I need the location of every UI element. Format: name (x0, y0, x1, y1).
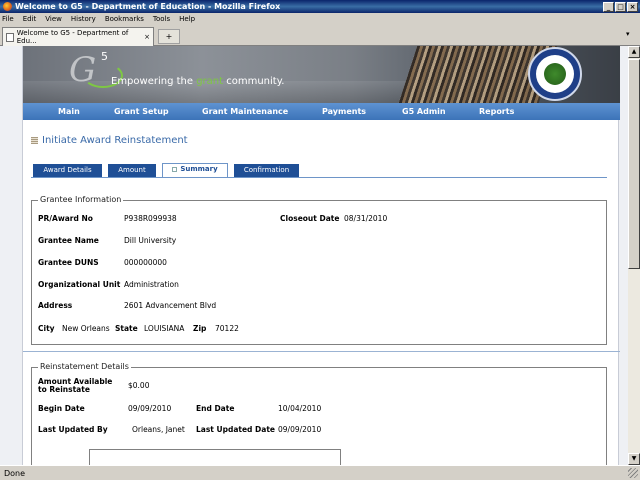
grantee-duns-label: Grantee DUNS (38, 258, 99, 267)
tab-summary[interactable]: Summary (162, 163, 228, 177)
g5-banner: G 5 Empowering the grant community. (23, 46, 620, 103)
nav-grant-maintenance[interactable]: Grant Maintenance (202, 107, 288, 116)
city-label: City (38, 324, 55, 333)
address-label: Address (38, 301, 73, 310)
zip-value: 70122 (215, 324, 239, 333)
tab-award-details[interactable]: Award Details (33, 164, 102, 177)
state-label: State (115, 324, 138, 333)
close-tab-icon[interactable]: × (144, 33, 150, 41)
section-divider (23, 351, 620, 352)
org-unit-value: Administration (124, 280, 179, 289)
minimize-button[interactable]: _ (603, 1, 614, 12)
scroll-thumb[interactable] (628, 59, 640, 269)
amount-available-label-line2: to Reinstate (38, 385, 90, 394)
list-icon (31, 137, 38, 144)
menu-bookmarks[interactable]: Bookmarks (105, 15, 144, 23)
end-date-label: End Date (196, 404, 235, 413)
pr-award-value: P938R099938 (124, 214, 177, 223)
last-updated-by-label: Last Updated By (38, 425, 108, 434)
grantee-information-section: Grantee Information PR/Award No P938R099… (31, 195, 607, 345)
page-icon (6, 32, 14, 42)
browser-tab[interactable]: Welcome to G5 - Department of Edu... × (2, 27, 154, 46)
browser-tab-label: Welcome to G5 - Department of Edu... (16, 29, 129, 45)
closeout-date-label: Closeout Date (280, 214, 340, 223)
tab-underline (31, 177, 607, 178)
city-value: New Orleans (62, 324, 110, 333)
window-title: Welcome to G5 - Department of Education … (15, 2, 281, 11)
last-updated-date-value: 09/09/2010 (278, 425, 322, 434)
nav-g5-admin[interactable]: G5 Admin (402, 107, 446, 116)
menu-help[interactable]: Help (179, 15, 195, 23)
tab-list-icon[interactable]: ▾ (626, 30, 636, 42)
close-button[interactable]: × (627, 1, 638, 12)
amount-available-value: $0.00 (128, 381, 150, 390)
main-nav: Main Grant Setup Grant Maintenance Payme… (23, 103, 620, 120)
begin-date-label: Begin Date (38, 404, 85, 413)
tab-amount[interactable]: Amount (108, 164, 156, 177)
firefox-icon (3, 2, 12, 11)
page: G 5 Empowering the grant community. Main… (22, 46, 620, 465)
begin-date-value: 09/09/2010 (128, 404, 172, 413)
browser-tab-strip: Welcome to G5 - Department of Edu... × +… (0, 25, 640, 46)
end-date-value: 10/04/2010 (278, 404, 322, 413)
content-viewport: G 5 Empowering the grant community. Main… (0, 46, 628, 465)
menu-edit[interactable]: Edit (23, 15, 37, 23)
tab-marker-icon (172, 166, 178, 172)
menu-file[interactable]: File (2, 15, 14, 23)
reinstatement-details-legend: Reinstatement Details (38, 362, 131, 371)
scroll-down-icon[interactable]: ▼ (628, 453, 640, 465)
pr-award-label: PR/Award No (38, 214, 93, 223)
state-value: LOUISIANA (144, 324, 185, 333)
last-updated-date-label: Last Updated Date (196, 425, 275, 434)
new-tab-button[interactable]: + (158, 29, 180, 44)
address-value: 2601 Advancement Blvd (124, 301, 217, 310)
grantee-name-label: Grantee Name (38, 236, 99, 245)
menu-tools[interactable]: Tools (153, 15, 170, 23)
grantee-name-value: Dill University (124, 236, 177, 245)
comments-textarea[interactable] (89, 449, 341, 465)
nav-reports[interactable]: Reports (479, 107, 514, 116)
department-seal-icon (528, 47, 582, 101)
nav-grant-setup[interactable]: Grant Setup (114, 107, 169, 116)
grantee-duns-value: 000000000 (124, 258, 167, 267)
zip-label: Zip (193, 324, 207, 333)
closeout-date-value: 08/31/2010 (344, 214, 388, 223)
org-unit-label: Organizational Unit (38, 280, 121, 289)
banner-tagline: Empowering the grant community. (111, 76, 285, 87)
resize-grip-icon[interactable] (628, 468, 638, 478)
menu-history[interactable]: History (71, 15, 96, 23)
vertical-scrollbar[interactable]: ▲ ▼ (628, 46, 640, 465)
status-bar: Done (0, 465, 640, 480)
nav-payments[interactable]: Payments (322, 107, 366, 116)
g5-logo-superscript: 5 (101, 50, 108, 63)
last-updated-by-value: Orleans, Janet (132, 425, 185, 434)
page-title: Initiate Award Reinstatement (42, 135, 188, 146)
maximize-button[interactable]: □ (615, 1, 626, 12)
tab-confirmation[interactable]: Confirmation (234, 164, 299, 177)
window-title-bar: Welcome to G5 - Department of Education … (0, 0, 640, 13)
menu-bar: File Edit View History Bookmarks Tools H… (0, 13, 640, 25)
status-text: Done (4, 468, 26, 478)
page-heading: Initiate Award Reinstatement (31, 135, 188, 146)
nav-main[interactable]: Main (58, 107, 80, 116)
grantee-information-legend: Grantee Information (38, 195, 124, 204)
scroll-up-icon[interactable]: ▲ (628, 46, 640, 58)
menu-view[interactable]: View (45, 15, 62, 23)
